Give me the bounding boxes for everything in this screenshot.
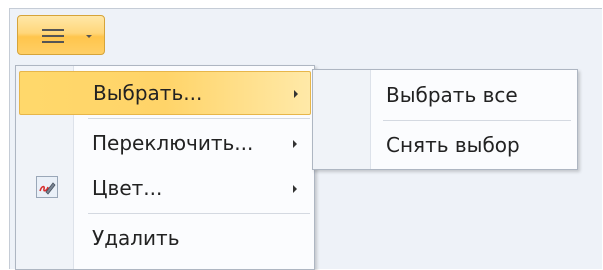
menu-item-label: Переключить... xyxy=(92,131,254,155)
submenu-item-deselect[interactable]: Снять выбор xyxy=(316,124,574,168)
submenu-arrow-icon xyxy=(294,90,298,98)
submenu-separator xyxy=(383,120,571,121)
menu-item-toggle[interactable]: Переключить... xyxy=(19,122,311,166)
menu-separator xyxy=(88,118,310,119)
menu-button[interactable] xyxy=(17,15,105,55)
hamburger-icon xyxy=(42,29,64,43)
menu-item-label: Цвет... xyxy=(92,176,163,200)
menu-separator xyxy=(88,213,310,214)
menu-item-label: Выбрать... xyxy=(93,81,203,105)
menu-item-delete[interactable]: Удалить xyxy=(19,217,311,261)
chevron-down-icon xyxy=(86,35,92,38)
submenu-arrow-icon xyxy=(293,185,297,193)
context-menu: Выбрать... Переключить... Цвет... Удалит… xyxy=(15,65,315,270)
submenu-item-label: Снять выбор xyxy=(386,133,520,157)
menu-item-color[interactable]: Цвет... xyxy=(19,167,311,211)
color-pen-icon xyxy=(36,176,58,198)
menu-item-select[interactable]: Выбрать... xyxy=(19,71,311,115)
submenu-item-select-all[interactable]: Выбрать все xyxy=(316,74,574,118)
menu-item-label: Удалить xyxy=(92,226,180,250)
select-submenu: Выбрать все Снять выбор xyxy=(312,69,578,170)
submenu-arrow-icon xyxy=(293,140,297,148)
submenu-item-label: Выбрать все xyxy=(386,83,518,107)
